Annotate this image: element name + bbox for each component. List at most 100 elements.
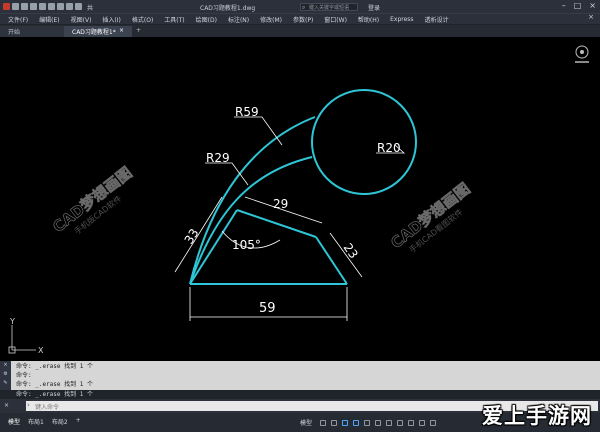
- ucs-axis-y: Y: [9, 317, 15, 326]
- command-placeholder: 键入命令: [35, 404, 60, 411]
- cad-geometry: [189, 89, 417, 285]
- tab-active-label: CAD习题教程1*: [72, 29, 116, 36]
- open-file-icon[interactable]: [21, 3, 28, 10]
- menu-edit[interactable]: 编辑(E): [39, 15, 59, 24]
- menu-format[interactable]: 格式(O): [132, 15, 153, 24]
- dim-text-r29: R29: [206, 151, 230, 165]
- menu-insert[interactable]: 插入(I): [102, 15, 120, 24]
- leader-r29: [205, 162, 249, 186]
- navigation-wheel-icon[interactable]: [575, 45, 589, 63]
- menu-design[interactable]: 透析设计: [425, 15, 449, 24]
- slant-line[interactable]: [236, 209, 317, 238]
- lineweight-icon[interactable]: [386, 419, 393, 426]
- polar-icon[interactable]: [353, 419, 360, 426]
- customize-icon[interactable]: [430, 419, 437, 426]
- tab-active-document[interactable]: CAD习题教程1* ×: [64, 26, 132, 37]
- undo-icon[interactable]: [57, 3, 64, 10]
- otrack-icon[interactable]: [375, 419, 382, 426]
- drawing-canvas[interactable]: CAD梦想画图 手机版CAD软件 CAD梦想画图 手机CAD看图软件 R59 R…: [0, 37, 600, 361]
- status-toggles: 模型: [300, 418, 437, 427]
- document-title: CAD习题教程1.dwg: [200, 5, 256, 12]
- annotation-scale-icon[interactable]: [408, 419, 415, 426]
- menu-bar: 文件(F) 编辑(E) 视图(V) 插入(I) 格式(O) 工具(T) 绘图(D…: [0, 13, 600, 24]
- document-tabs: 开始 CAD习题教程1* × +: [0, 25, 600, 37]
- redo-icon[interactable]: [66, 3, 73, 10]
- site-watermark-text: 爱上手游网: [482, 404, 592, 428]
- snap-icon[interactable]: [331, 419, 338, 426]
- watermark-left-title: CAD梦想画图: [49, 163, 135, 236]
- title-bar: 共享 CAD习题教程1.dwg ⌕ 键入关键字或短语 登录 – □ ×: [0, 0, 600, 21]
- left-edge[interactable]: [189, 209, 238, 285]
- tab-close-icon[interactable]: ×: [119, 27, 124, 36]
- watermark-right: CAD梦想画图 手机CAD看图软件: [387, 179, 474, 255]
- osnap-icon[interactable]: [364, 419, 371, 426]
- menu-parameters[interactable]: 参数(P): [293, 15, 313, 24]
- command-history: × ⚙ ✎ 命令: _.erase 找到 1 个 命令: 命令: _.erase…: [0, 361, 600, 390]
- dim-text-23: 23: [341, 241, 361, 262]
- command-cancel-icon[interactable]: ×: [4, 402, 9, 409]
- dim-text-59: 59: [259, 301, 276, 316]
- share-icon[interactable]: [75, 3, 82, 10]
- menu-close-icon[interactable]: ×: [588, 13, 594, 21]
- layout-tab-2[interactable]: 布局2: [52, 417, 68, 426]
- quick-access-toolbar: 共享: [0, 3, 94, 21]
- command-line-1: 命令: _.erase 找到 1 个: [16, 363, 93, 370]
- workspace-icon[interactable]: [419, 419, 426, 426]
- dim-text-33: 33: [182, 226, 202, 246]
- dim-text-r59: R59: [235, 105, 259, 119]
- command-panel-handle[interactable]: × ⚙ ✎: [0, 361, 11, 390]
- leader-r59: [234, 116, 283, 146]
- dim-text-angle: 105°: [232, 238, 261, 252]
- model-space-label[interactable]: 模型: [300, 418, 312, 427]
- ortho-icon[interactable]: [342, 419, 349, 426]
- add-layout-icon[interactable]: +: [76, 417, 81, 426]
- search-box[interactable]: ⌕ 键入关键字或短语: [300, 3, 358, 11]
- dim-text-r20: R20: [377, 141, 401, 155]
- menu-view[interactable]: 视图(V): [71, 15, 92, 24]
- new-tab-button[interactable]: +: [132, 26, 146, 37]
- save-icon[interactable]: [30, 3, 37, 10]
- menu-dimension[interactable]: 标注(N): [228, 15, 249, 24]
- menu-window[interactable]: 窗口(W): [324, 15, 347, 24]
- layout-tab-1[interactable]: 布局1: [28, 417, 44, 426]
- arc-r29[interactable]: [189, 156, 313, 285]
- menu-help[interactable]: 帮助(H): [358, 15, 379, 24]
- settings-icon[interactable]: ⚙: [0, 370, 11, 379]
- command-line-4: 命令: _.erase 找到 1 个: [16, 391, 93, 398]
- new-file-icon[interactable]: [12, 3, 19, 10]
- close-panel-icon[interactable]: ×: [0, 361, 11, 370]
- command-history-lines: 命令: _.erase 找到 1 个 命令: 命令: _.erase 找到 1 …: [16, 362, 93, 389]
- save-as-icon[interactable]: [39, 3, 46, 10]
- command-prompt-icon: ›: [27, 401, 30, 409]
- menu-tools[interactable]: 工具(T): [164, 15, 184, 24]
- status-bar: 模型 布局1 布局2 + 模型 爱上手游网: [0, 404, 600, 432]
- app-logo-icon[interactable]: [3, 3, 10, 10]
- command-line-3: 命令: _.erase 找到 1 个: [16, 381, 93, 388]
- arc-r59[interactable]: [189, 116, 316, 285]
- transparency-icon[interactable]: [397, 419, 404, 426]
- menu-draw[interactable]: 绘图(D): [196, 15, 217, 24]
- ucs-axis-x: X: [38, 346, 44, 355]
- layout-tabs: 模型 布局1 布局2 +: [8, 417, 81, 426]
- maximize-icon[interactable]: □: [574, 1, 582, 10]
- search-placeholder: 键入关键字或短语: [309, 5, 350, 11]
- watermark-left: CAD梦想画图 手机版CAD软件: [49, 163, 136, 236]
- site-watermark: 爱上手游网: [480, 398, 600, 432]
- right-edge[interactable]: [315, 236, 348, 285]
- drawing-svg: CAD梦想画图 手机版CAD软件 CAD梦想画图 手机CAD看图软件 R59 R…: [8, 45, 589, 355]
- close-icon[interactable]: ×: [589, 1, 596, 10]
- tab-start[interactable]: 开始: [0, 26, 64, 37]
- print-icon[interactable]: [48, 3, 55, 10]
- layout-tab-model[interactable]: 模型: [8, 417, 20, 426]
- search-icon: ⌕: [302, 4, 306, 11]
- login-button[interactable]: 登录: [368, 3, 380, 12]
- menu-file[interactable]: 文件(F): [8, 15, 28, 24]
- dimension-lines: [174, 116, 406, 321]
- menu-express[interactable]: Express: [390, 16, 413, 23]
- menu-modify[interactable]: 修改(M): [260, 15, 282, 24]
- minimize-icon[interactable]: –: [562, 1, 566, 10]
- wrench-icon[interactable]: ✎: [0, 379, 11, 388]
- grid-icon[interactable]: [320, 419, 327, 426]
- command-line-2: 命令:: [16, 372, 32, 379]
- share-button[interactable]: 共享: [87, 3, 94, 21]
